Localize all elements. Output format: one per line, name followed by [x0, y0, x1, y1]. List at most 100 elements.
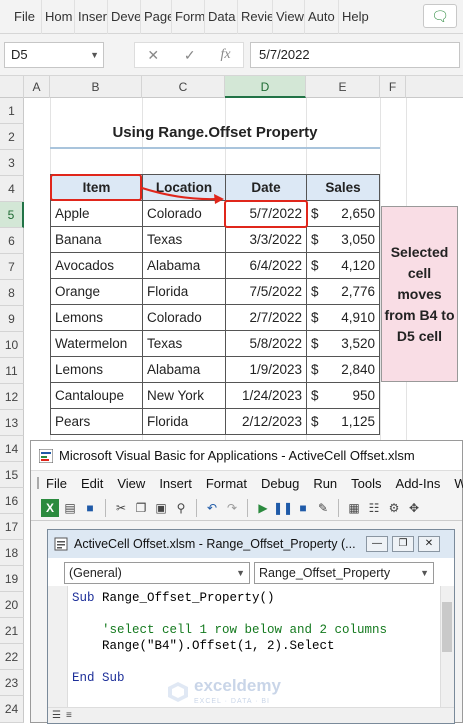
- properties-icon[interactable]: ☷: [365, 499, 383, 517]
- cell-sales[interactable]: $3,520: [306, 330, 380, 357]
- row-header[interactable]: 9: [0, 306, 24, 332]
- code-margin[interactable]: [48, 586, 68, 709]
- select-all-corner[interactable]: [0, 76, 24, 98]
- redo-icon[interactable]: ↷: [223, 499, 241, 517]
- code-editor[interactable]: Sub Range_Offset_Property() 'select cell…: [72, 590, 428, 686]
- vba-menu-tools[interactable]: Tools: [344, 476, 388, 491]
- comment-icon[interactable]: 🗨: [423, 4, 457, 28]
- scrollbar-thumb[interactable]: [442, 602, 452, 652]
- chevron-down-icon[interactable]: ▼: [420, 563, 429, 583]
- row-header[interactable]: 21: [0, 618, 24, 644]
- cancel-icon[interactable]: ✕: [147, 47, 159, 64]
- row-header[interactable]: 13: [0, 410, 24, 436]
- confirm-icon[interactable]: ✓: [184, 47, 196, 64]
- cell-location[interactable]: Alabama: [142, 252, 226, 279]
- cell-item[interactable]: Watermelon: [50, 330, 143, 357]
- column-header-c[interactable]: C: [142, 76, 225, 98]
- undo-icon[interactable]: ↶: [203, 499, 221, 517]
- cell-location[interactable]: Alabama: [142, 356, 226, 383]
- chevron-down-icon[interactable]: ▼: [236, 563, 245, 583]
- row-header[interactable]: 17: [0, 514, 24, 540]
- cell-location[interactable]: Texas: [142, 226, 226, 253]
- vba-menu-edit[interactable]: Edit: [74, 476, 110, 491]
- reset-icon[interactable]: ■: [294, 499, 312, 517]
- cell-location[interactable]: New York: [142, 382, 226, 409]
- cell-date[interactable]: 2/12/2023: [225, 408, 307, 435]
- paste-icon[interactable]: ▣: [152, 499, 170, 517]
- vba-menu-debug[interactable]: Debug: [254, 476, 306, 491]
- vba-menu-file[interactable]: File: [39, 476, 74, 491]
- cell-date[interactable]: 1/9/2023: [225, 356, 307, 383]
- cell-sales[interactable]: $4,120: [306, 252, 380, 279]
- chevron-down-icon[interactable]: ▼: [90, 43, 99, 67]
- cell-location[interactable]: Texas: [142, 330, 226, 357]
- procedure-dropdown[interactable]: Range_Offset_Property ▼: [254, 562, 434, 584]
- row-header[interactable]: 14: [0, 436, 24, 462]
- row-header[interactable]: 3: [0, 150, 24, 176]
- minimize-icon[interactable]: —: [366, 536, 388, 552]
- full-module-view-icon[interactable]: ≡: [66, 710, 72, 721]
- insert-module-icon[interactable]: ▤: [61, 499, 79, 517]
- row-header[interactable]: 22: [0, 644, 24, 670]
- excel-icon[interactable]: X: [41, 498, 59, 517]
- column-header-d[interactable]: D: [225, 76, 306, 98]
- menu-page-layout[interactable]: Page: [141, 0, 172, 34]
- cut-icon[interactable]: ✂: [112, 499, 130, 517]
- cell-item[interactable]: Pears: [50, 408, 143, 435]
- note-box[interactable]: Selected cell moves from B4 to D5 cell: [381, 206, 458, 382]
- menu-formulas[interactable]: Form: [172, 0, 205, 34]
- run-icon[interactable]: ▶: [254, 499, 272, 517]
- row-header[interactable]: 15: [0, 462, 24, 488]
- row-header[interactable]: 11: [0, 358, 24, 384]
- code-window-title-bar[interactable]: ActiveCell Offset.xlsm - Range_Offset_Pr…: [48, 530, 454, 558]
- formula-input[interactable]: 5/7/2022: [250, 42, 460, 68]
- restore-icon[interactable]: ❐: [392, 536, 414, 552]
- vba-menu-run[interactable]: Run: [306, 476, 344, 491]
- cell-sales[interactable]: $950: [306, 382, 380, 409]
- row-header[interactable]: 4: [0, 176, 24, 202]
- toolbox-icon[interactable]: ✥: [405, 499, 423, 517]
- row-header[interactable]: 10: [0, 332, 24, 358]
- cell-location[interactable]: Florida: [142, 278, 226, 305]
- menu-review[interactable]: Revie: [238, 0, 273, 34]
- column-header-b[interactable]: B: [50, 76, 142, 98]
- vba-menu-addins[interactable]: Add-Ins: [389, 476, 448, 491]
- column-header-f[interactable]: F: [380, 76, 406, 98]
- cell-date[interactable]: 1/24/2023: [225, 382, 307, 409]
- project-explorer-icon[interactable]: ▦: [345, 499, 363, 517]
- row-header[interactable]: 18: [0, 540, 24, 566]
- close-icon[interactable]: ✕: [418, 536, 440, 552]
- name-box[interactable]: D5 ▼: [4, 42, 104, 68]
- break-icon[interactable]: ❚❚: [273, 499, 293, 517]
- row-header[interactable]: 24: [0, 696, 24, 723]
- menu-home[interactable]: Hom: [42, 0, 75, 34]
- cell-sales[interactable]: $3,050: [306, 226, 380, 253]
- header-sales[interactable]: Sales: [306, 174, 380, 201]
- cell-date[interactable]: 2/7/2022: [225, 304, 307, 331]
- row-header[interactable]: 23: [0, 670, 24, 696]
- vba-menu-view[interactable]: View: [110, 476, 152, 491]
- row-header[interactable]: 20: [0, 592, 24, 618]
- cell-date[interactable]: 5/8/2022: [225, 330, 307, 357]
- cell-sales[interactable]: $2,776: [306, 278, 380, 305]
- menu-automate[interactable]: Auto: [305, 0, 339, 34]
- menu-data[interactable]: Data: [205, 0, 238, 34]
- cell-item[interactable]: Avocados: [50, 252, 143, 279]
- cell-sales[interactable]: $2,840: [306, 356, 380, 383]
- object-dropdown[interactable]: (General) ▼: [64, 562, 250, 584]
- vba-menu-format[interactable]: Format: [199, 476, 254, 491]
- cell-item[interactable]: Cantaloupe: [50, 382, 143, 409]
- menu-view[interactable]: View: [273, 0, 305, 34]
- column-header-a[interactable]: A: [24, 76, 50, 98]
- row-header[interactable]: 12: [0, 384, 24, 410]
- vba-menu-window[interactable]: W: [447, 476, 463, 491]
- menu-file[interactable]: File: [0, 0, 42, 34]
- menu-help[interactable]: Help: [339, 0, 373, 34]
- cell-item[interactable]: Lemons: [50, 304, 143, 331]
- vba-menu-insert[interactable]: Insert: [152, 476, 199, 491]
- column-header-e[interactable]: E: [306, 76, 380, 98]
- save-icon[interactable]: ■: [81, 499, 99, 517]
- row-header[interactable]: 8: [0, 280, 24, 306]
- cell-item[interactable]: Orange: [50, 278, 143, 305]
- cell-location[interactable]: Florida: [142, 408, 226, 435]
